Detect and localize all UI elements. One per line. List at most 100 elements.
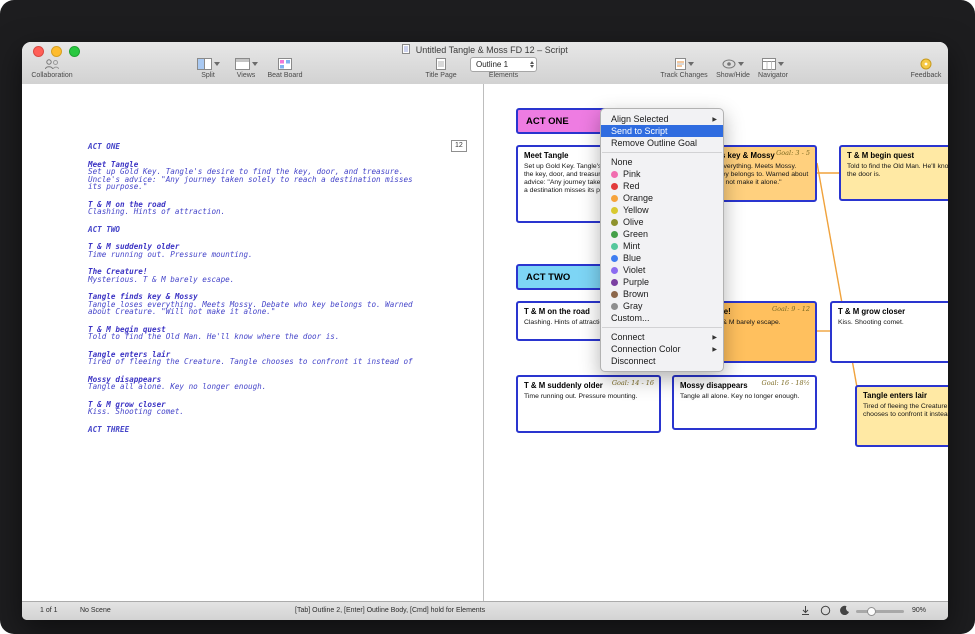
menu-item-label: Mint [623,241,640,251]
script-pane[interactable]: ACT ONE Meet Tangle Set up Gold Key. Tan… [22,84,483,602]
menu-item-color-green[interactable]: Green [601,228,723,240]
beat-card-begin-quest[interactable]: Goal: T & M begin quest Told to find the… [839,145,948,201]
script-beat-body: Time running out. Pressure mounting. [88,251,420,259]
titlebar: Untitled Tangle & Moss FD 12 – Script [22,44,948,55]
beat-card-mossy-disappears[interactable]: Goal: 16 - 18½ Mossy disappears Tangle a… [672,375,817,430]
menu-item-color-none[interactable]: None [601,156,723,168]
menu-item-connection-color[interactable]: Connection Color▶ [601,343,723,355]
menu-item-color-gray[interactable]: Gray [601,300,723,312]
beat-board-icon [278,58,292,70]
toolbar-show-hide-button[interactable]: Show/Hide [711,57,755,83]
chevron-down-icon [738,62,744,66]
menu-item-label: Green [623,229,648,239]
menu-item-send-to-script[interactable]: Send to Script [601,125,723,137]
toolbar-label: Feedback [906,72,946,79]
collaboration-icon [44,58,60,70]
zoom-slider-thumb[interactable] [867,607,876,616]
menu-item-label: Red [623,181,640,191]
zoom-slider[interactable] [856,610,904,613]
target-icon[interactable] [820,605,831,616]
title-page-icon [436,58,446,70]
act-card-title: ACT ONE [526,116,569,127]
menu-item-align-selected[interactable]: Align Selected▶ [601,113,723,125]
menu-item-label: Remove Outline Goal [611,138,697,148]
color-dot [611,183,618,190]
menu-item-color-brown[interactable]: Brown [601,288,723,300]
device-frame: Untitled Tangle & Moss FD 12 – Script Co… [0,0,975,634]
menu-separator [602,152,722,153]
window-header: Untitled Tangle & Moss FD 12 – Script Co… [22,42,948,85]
menu-item-color-custom[interactable]: Custom... [601,312,723,324]
color-dot [611,207,618,214]
submenu-arrow-icon: ▶ [712,344,717,356]
toolbar-track-changes-button[interactable]: Track Changes [656,57,712,83]
card-goal: Goal: 3 - 5 [776,149,810,157]
night-mode-icon[interactable] [839,605,850,616]
menu-item-label: Yellow [623,205,649,215]
menu-item-color-pink[interactable]: Pink [601,168,723,180]
menu-item-color-mint[interactable]: Mint [601,240,723,252]
menu-item-label: Disconnect [611,356,656,366]
color-dot [611,219,618,226]
script-act-heading: ACT ONE [88,143,420,151]
toolbar-title-page-button[interactable]: Title Page [419,57,463,83]
menu-item-label: Purple [623,277,649,287]
script-act-heading: ACT TWO [88,226,420,234]
keyboard-hint: [Tab] Outline 2, [Enter] Outline Body, [… [295,607,485,614]
menu-item-color-orange[interactable]: Orange [601,192,723,204]
feedback-icon [920,58,932,70]
script-beat-body: Tangle all alone. Key no longer enough. [88,383,420,391]
card-body: Kiss. Shooting comet. [838,319,948,327]
color-dot [611,291,618,298]
script-beat-body: Tired of fleeing the Creature. Tangle ch… [88,358,420,366]
toolbar-views-button[interactable]: Views [229,57,263,83]
views-icon [235,58,250,70]
menu-item-disconnect[interactable]: Disconnect [601,355,723,367]
menu-item-color-violet[interactable]: Violet [601,264,723,276]
submenu-arrow-icon: ▶ [712,114,717,126]
window-title: Untitled Tangle & Moss FD 12 – Script [416,45,568,55]
menu-item-label: Pink [623,169,641,179]
menu-item-label: Violet [623,265,645,275]
menu-item-label: Send to Script [611,126,668,136]
chevron-down-icon [252,62,258,66]
menu-item-color-blue[interactable]: Blue [601,252,723,264]
menu-item-color-purple[interactable]: Purple [601,276,723,288]
submenu-arrow-icon: ▶ [712,332,717,344]
beat-card-grow-closer[interactable]: Goal: T & M grow closer Kiss. Shooting c… [830,301,948,363]
toolbar-feedback-button[interactable]: Feedback [906,57,946,83]
beat-card-enters-lair[interactable]: Tangle enters lair Tired of fleeing the … [855,385,948,447]
toolbar-beat-board-button[interactable]: Beat Board [261,57,309,83]
card-title: Tangle enters lair [863,391,948,400]
zoom-level: 90% [912,607,926,614]
card-body: Tired of fleeing the Creature. Tangle ch… [863,403,948,419]
page-number-badge: 12 [451,140,467,152]
card-body: Told to find the Old Man. He'll know whe… [847,163,948,179]
menu-item-remove-outline-goal[interactable]: Remove Outline Goal [601,137,723,149]
card-goal: Goal: 9 - 12 [772,305,810,313]
download-icon[interactable] [800,605,811,616]
track-changes-icon [675,58,686,70]
script-beat-body: Kiss. Shooting comet. [88,408,420,416]
toolbar-navigator-button[interactable]: Navigator [751,57,795,83]
app-window: Untitled Tangle & Moss FD 12 – Script Co… [22,42,948,620]
menu-item-color-yellow[interactable]: Yellow [601,204,723,216]
navigator-icon [762,58,776,70]
elements-combobox[interactable]: Outline 1 [470,57,537,72]
toolbar-split-button[interactable]: Split [191,57,225,83]
toolbar-label: Navigator [751,72,795,79]
card-goal: Goal: 14 - 16 [612,379,654,387]
toolbar-collaboration-button[interactable]: Collaboration [27,57,77,83]
chevron-down-icon [688,62,694,66]
script-beat-body: Tangle loses everything. Meets Mossy. De… [88,301,420,316]
menu-item-color-red[interactable]: Red [601,180,723,192]
toolbar-elements-dropdown[interactable]: Outline 1 Elements [470,57,537,83]
menu-item-label: Gray [623,301,643,311]
menu-item-connect[interactable]: Connect▶ [601,331,723,343]
scene-indicator[interactable]: No Scene [80,607,111,614]
menu-item-color-olive[interactable]: Olive [601,216,723,228]
beat-card-suddenly-older[interactable]: Goal: 14 - 16 T & M suddenly older Time … [516,375,661,433]
page-count-label: 1 of 1 [40,607,58,614]
eye-icon [722,59,736,69]
script-beat-body: Set up Gold Key. Tangle's desire to find… [88,168,420,191]
